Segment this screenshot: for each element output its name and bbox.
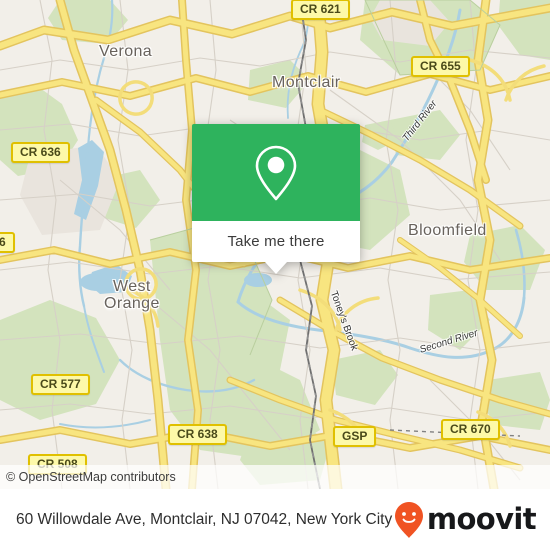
take-me-there-popup[interactable]: Take me there [192, 124, 360, 274]
route-shield-cr-577: CR 577 [31, 374, 90, 395]
route-shield-cr-638: CR 638 [168, 424, 227, 445]
route-shield-cr-621: CR 621 [291, 0, 350, 20]
address-text: 60 Willowdale Ave, Montclair, NJ 07042, … [16, 510, 393, 528]
moovit-pin-icon [394, 501, 423, 538]
map-canvas[interactable]: Verona Montclair Bloomfield West Orange T… [0, 0, 550, 489]
attribution-text: © OpenStreetMap contributors [6, 470, 176, 484]
popup-icon-panel [192, 124, 360, 221]
route-shield-gsp: GSP [333, 426, 377, 447]
route-shield-cr-636: CR 636 [11, 142, 70, 163]
location-pin-icon [255, 145, 297, 200]
moovit-brand[interactable]: moovit [394, 501, 537, 539]
route-shield-cr-670: CR 670 [441, 419, 500, 440]
popup-action-bar[interactable]: Take me there [192, 221, 360, 262]
moovit-wordmark: moovit [426, 502, 537, 536]
screenshot-root: Verona Montclair Bloomfield West Orange T… [0, 0, 550, 550]
route-shield-cr-6xx-clipped: 6 [0, 232, 15, 253]
footer-bar: 60 Willowdale Ave, Montclair, NJ 07042, … [0, 489, 550, 550]
take-me-there-label: Take me there [227, 233, 325, 250]
map-attribution: © OpenStreetMap contributors [0, 465, 550, 489]
popup-tail [265, 262, 287, 274]
route-shield-cr-655: CR 655 [411, 56, 470, 77]
